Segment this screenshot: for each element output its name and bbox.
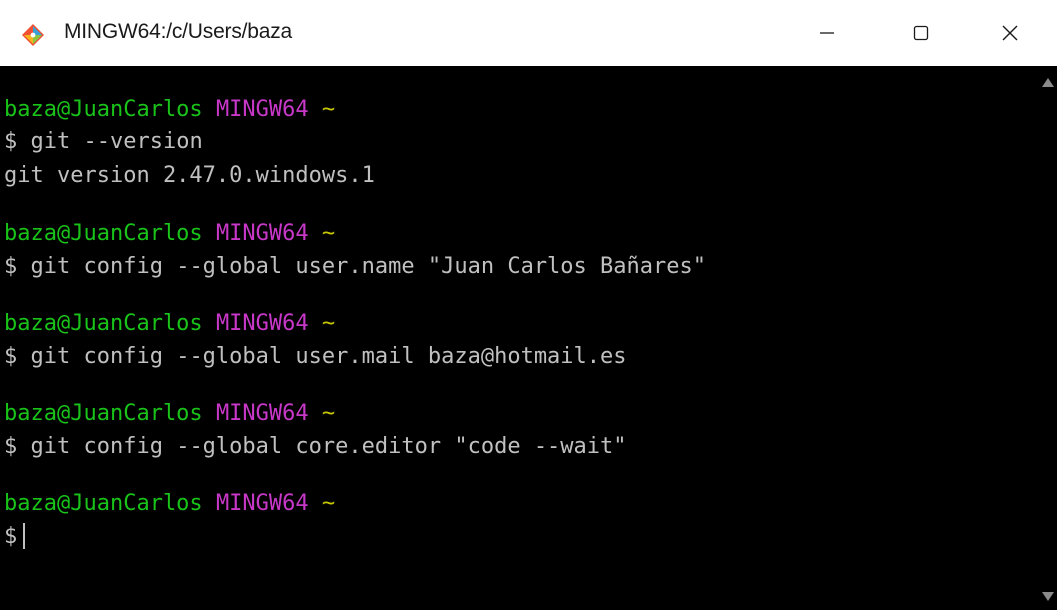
command-text: git --version bbox=[30, 129, 203, 154]
prompt-dir: ~ bbox=[321, 97, 336, 122]
command-text: git config --global user.name "Juan Carl… bbox=[30, 254, 707, 279]
vertical-scrollbar[interactable] bbox=[1038, 66, 1057, 610]
prompt-symbol: $ bbox=[4, 129, 18, 154]
prompt-line: baza@JuanCarlos MINGW64 ~ bbox=[4, 96, 335, 124]
prompt-user-host: baza@JuanCarlos bbox=[4, 311, 203, 336]
prompt-env: MINGW64 bbox=[215, 401, 309, 426]
prompt-user-host: baza@JuanCarlos bbox=[4, 491, 203, 516]
maximize-icon bbox=[913, 25, 929, 41]
active-command-line[interactable]: $ bbox=[4, 523, 26, 551]
prompt-user-host: baza@JuanCarlos bbox=[4, 221, 203, 246]
output-text: git version 2.47.0.windows.1 bbox=[4, 163, 375, 188]
window-title: MINGW64:/c/Users/baza bbox=[64, 20, 293, 43]
command-line: $ git config --global user.mail baza@hot… bbox=[4, 343, 627, 371]
prompt-dir: ~ bbox=[321, 401, 336, 426]
maximize-button[interactable] bbox=[874, 0, 968, 66]
command-line: $ git --version bbox=[4, 128, 203, 156]
command-text: git config --global user.mail baza@hotma… bbox=[30, 344, 627, 369]
prompt-dir: ~ bbox=[321, 221, 336, 246]
prompt-line: baza@JuanCarlos MINGW64 ~ bbox=[4, 220, 335, 248]
command-output: git version 2.47.0.windows.1 bbox=[4, 162, 375, 190]
close-button[interactable] bbox=[963, 0, 1057, 66]
command-line: $ git config --global user.name "Juan Ca… bbox=[4, 253, 706, 281]
command-text: git config --global core.editor "code --… bbox=[30, 434, 627, 459]
prompt-dir: ~ bbox=[321, 491, 336, 516]
git-bash-icon bbox=[22, 24, 44, 46]
prompt-env: MINGW64 bbox=[215, 97, 309, 122]
scroll-down-arrow-icon[interactable] bbox=[1042, 592, 1054, 601]
close-icon bbox=[1002, 25, 1018, 41]
prompt-user-host: baza@JuanCarlos bbox=[4, 97, 203, 122]
prompt-env: MINGW64 bbox=[215, 491, 309, 516]
command-line: $ git config --global core.editor "code … bbox=[4, 433, 627, 461]
prompt-symbol: $ bbox=[4, 254, 18, 279]
prompt-dir: ~ bbox=[321, 311, 336, 336]
prompt-line: baza@JuanCarlos MINGW64 ~ bbox=[4, 490, 335, 518]
prompt-symbol: $ bbox=[4, 524, 18, 549]
prompt-user-host: baza@JuanCarlos bbox=[4, 401, 203, 426]
title-bar[interactable]: MINGW64:/c/Users/baza bbox=[0, 0, 1057, 66]
scroll-up-arrow-icon[interactable] bbox=[1042, 78, 1054, 87]
prompt-symbol: $ bbox=[4, 344, 18, 369]
minimize-button[interactable] bbox=[780, 0, 874, 66]
prompt-env: MINGW64 bbox=[215, 311, 309, 336]
prompt-symbol: $ bbox=[4, 434, 18, 459]
git-bash-window: MINGW64:/c/Users/baza baza@JuanCarlos MI… bbox=[0, 0, 1057, 610]
minimize-icon bbox=[820, 32, 834, 34]
prompt-line: baza@JuanCarlos MINGW64 ~ bbox=[4, 310, 335, 338]
prompt-line: baza@JuanCarlos MINGW64 ~ bbox=[4, 400, 335, 428]
terminal-output[interactable]: baza@JuanCarlos MINGW64 ~ $ git --versio… bbox=[0, 66, 1038, 610]
prompt-env: MINGW64 bbox=[215, 221, 309, 246]
text-cursor bbox=[23, 523, 26, 549]
